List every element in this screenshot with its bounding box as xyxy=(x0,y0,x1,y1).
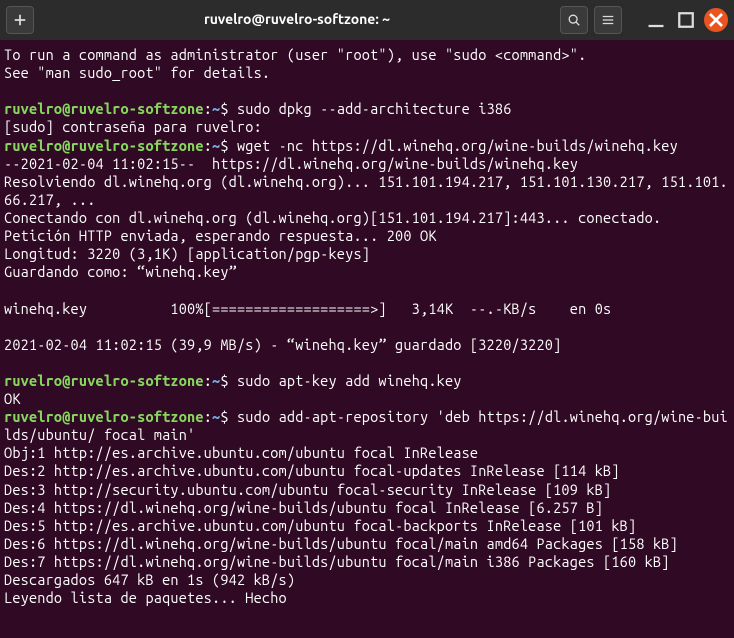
search-icon xyxy=(567,13,581,27)
output-line xyxy=(4,318,730,336)
prompt-dollar: $ xyxy=(220,408,237,425)
output-line: OK xyxy=(4,390,730,408)
maximize-button[interactable] xyxy=(674,8,698,32)
output-line: Des:6 https://dl.winehq.org/wine-builds/… xyxy=(4,535,730,553)
prompt-colon: : xyxy=(204,100,212,117)
prompt-line: ruvelro@ruvelro-softzone:~$ sudo add-apt… xyxy=(4,408,730,444)
output-line: See "man sudo_root" for details. xyxy=(4,64,730,82)
prompt-line: ruvelro@ruvelro-softzone:~$ sudo dpkg --… xyxy=(4,100,730,118)
plus-icon xyxy=(13,13,27,27)
prompt-user: ruvelro@ruvelro-softzone xyxy=(4,137,204,154)
prompt-line: ruvelro@ruvelro-softzone:~$ wget -nc htt… xyxy=(4,137,730,155)
output-line: Guardando como: “winehq.key” xyxy=(4,263,730,281)
window-title: ruvelro@ruvelro-softzone: ~ xyxy=(34,11,560,29)
prompt-line: ruvelro@ruvelro-softzone:~$ sudo apt-key… xyxy=(4,372,730,390)
output-line: 2021-02-04 11:02:15 (39,9 MB/s) - “wineh… xyxy=(4,336,730,354)
terminal-body[interactable]: To run a command as administrator (user … xyxy=(0,40,734,613)
output-line: [sudo] contraseña para ruvelro: xyxy=(4,118,730,136)
output-line: Leyendo lista de paquetes... Hecho xyxy=(4,589,730,607)
output-line: Des:3 http://security.ubuntu.com/ubuntu … xyxy=(4,481,730,499)
output-line: --2021-02-04 11:02:15-- https://dl.wineh… xyxy=(4,155,730,173)
output-line: To run a command as administrator (user … xyxy=(4,46,730,64)
prompt-dollar: $ xyxy=(220,137,237,154)
output-line: Longitud: 3220 (3,1K) [application/pgp-k… xyxy=(4,245,730,263)
prompt-dollar: $ xyxy=(220,100,237,117)
command-text: sudo dpkg --add-architecture i386 xyxy=(237,100,512,117)
output-line: Conectando con dl.winehq.org (dl.winehq.… xyxy=(4,209,730,227)
output-line: Petición HTTP enviada, esperando respues… xyxy=(4,227,730,245)
titlebar: ruvelro@ruvelro-softzone: ~ xyxy=(0,0,734,40)
hamburger-icon xyxy=(601,13,615,27)
menu-button[interactable] xyxy=(594,6,622,34)
prompt-dollar: $ xyxy=(220,372,237,389)
prompt-user: ruvelro@ruvelro-softzone xyxy=(4,100,204,117)
output-line: Des:5 http://es.archive.ubuntu.com/ubunt… xyxy=(4,517,730,535)
output-line xyxy=(4,282,730,300)
output-line: Descargados 647 kB en 1s (942 kB/s) xyxy=(4,571,730,589)
command-text: sudo apt-key add winehq.key xyxy=(237,372,462,389)
prompt-colon: : xyxy=(204,408,212,425)
prompt-user: ruvelro@ruvelro-softzone xyxy=(4,408,204,425)
output-line: Des:7 https://dl.winehq.org/wine-builds/… xyxy=(4,553,730,571)
close-button[interactable] xyxy=(704,8,728,32)
minimize-icon xyxy=(644,8,668,32)
new-tab-button[interactable] xyxy=(6,6,34,34)
prompt-colon: : xyxy=(204,372,212,389)
output-line: Obj:1 http://es.archive.ubuntu.com/ubunt… xyxy=(4,444,730,462)
prompt-colon: : xyxy=(204,137,212,154)
output-line: winehq.key 100%[===================>] 3,… xyxy=(4,300,730,318)
minimize-button[interactable] xyxy=(644,8,668,32)
output-line xyxy=(4,354,730,372)
command-text: wget -nc https://dl.winehq.org/wine-buil… xyxy=(237,137,678,154)
output-line: Des:4 https://dl.winehq.org/wine-builds/… xyxy=(4,499,730,517)
output-line: Resolviendo dl.winehq.org (dl.winehq.org… xyxy=(4,173,730,209)
search-button[interactable] xyxy=(560,6,588,34)
prompt-user: ruvelro@ruvelro-softzone xyxy=(4,372,204,389)
close-icon xyxy=(704,8,728,32)
output-line xyxy=(4,82,730,100)
maximize-icon xyxy=(674,8,698,32)
output-line: Des:2 http://es.archive.ubuntu.com/ubunt… xyxy=(4,462,730,480)
